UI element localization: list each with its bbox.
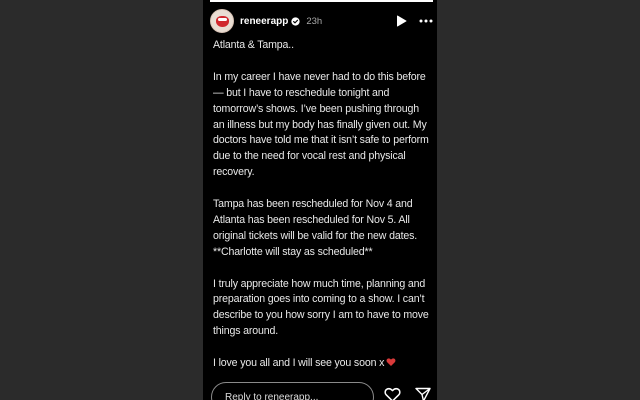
header-actions	[396, 15, 433, 27]
paragraph-heading: Atlanta & Tampa..	[213, 39, 294, 51]
closing-text: I love you all and I will see you soon x	[213, 357, 385, 370]
play-icon[interactable]	[396, 15, 407, 27]
heart-outline-icon[interactable]	[384, 387, 401, 400]
username[interactable]: reneerapp	[240, 16, 288, 27]
more-options-icon[interactable]	[419, 19, 433, 23]
paragraph-new-dates: Tampa has been rescheduled for Nov 4 and…	[213, 198, 418, 258]
story-viewer: reneerapp 23h Atlanta & Tampa.. In my ca…	[203, 0, 437, 400]
story-progress-fill	[210, 0, 433, 2]
red-heart-emoji-icon	[386, 358, 396, 367]
story-footer	[211, 382, 433, 400]
footer-actions	[384, 382, 433, 400]
story-progress-bar	[210, 0, 433, 2]
paper-plane-icon[interactable]	[415, 387, 431, 400]
story-header: reneerapp 23h	[210, 8, 433, 34]
avatar[interactable]	[210, 9, 234, 33]
paragraph-announcement: In my career I have never had to do this…	[213, 70, 429, 179]
verified-badge-icon	[291, 16, 300, 26]
paragraph-apology: I truly appreciate how much time, planni…	[213, 277, 429, 338]
post-time: 23h	[306, 15, 323, 27]
reply-input[interactable]	[211, 382, 374, 400]
story-text: Atlanta & Tampa.. In my career I have ne…	[213, 38, 433, 388]
paragraph-closing: I love you all and I will see you soon x	[213, 356, 433, 372]
